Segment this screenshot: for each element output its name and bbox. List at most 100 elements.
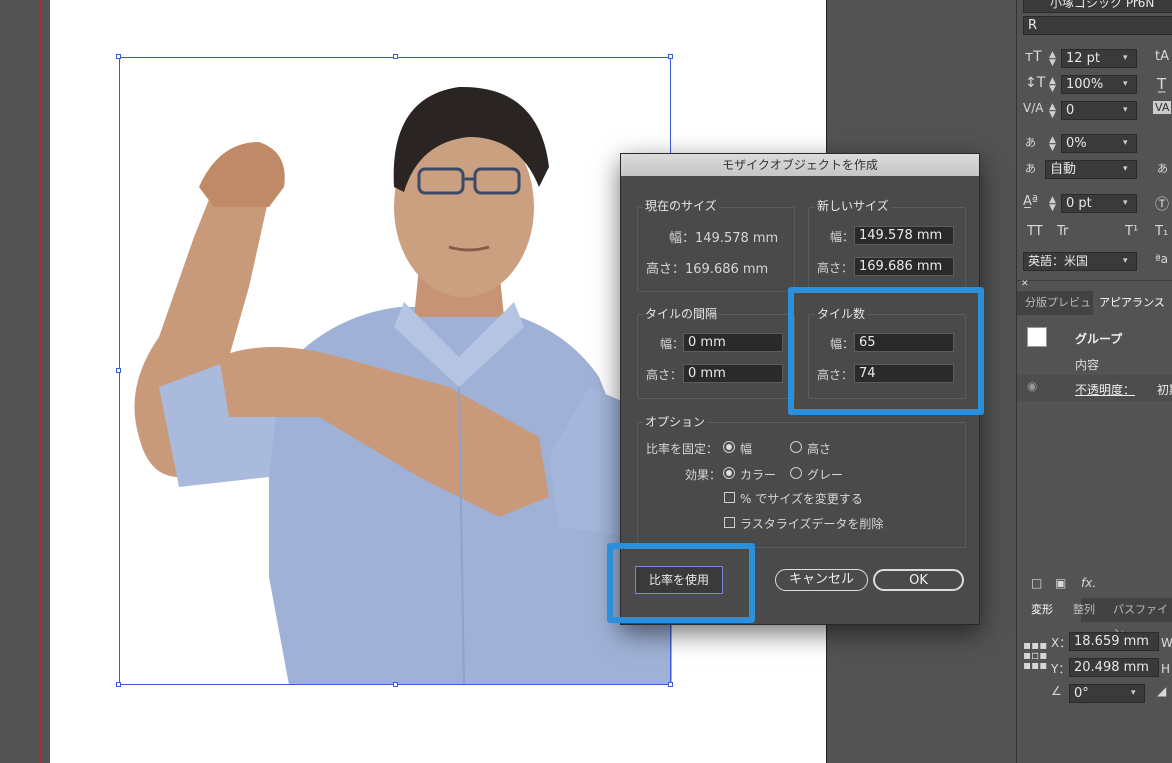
new-size-title: 新しいサイズ xyxy=(815,197,891,214)
constrain-height-radio[interactable] xyxy=(790,441,802,453)
baseline-shift-icon: A̲ª xyxy=(1023,194,1039,209)
current-size-group xyxy=(637,207,795,292)
aki-dropdown-icon[interactable]: ▾ xyxy=(1123,164,1128,174)
current-width-text: 幅：149.578 mm xyxy=(669,231,779,246)
handle-bottom-center[interactable] xyxy=(393,682,398,687)
aki-after-icon: あ xyxy=(1157,162,1168,175)
handle-top-right[interactable] xyxy=(668,54,673,59)
w-label: W： xyxy=(1161,636,1172,650)
percent-resize-checkbox[interactable] xyxy=(724,492,735,503)
effect-label: 効果： xyxy=(685,468,722,482)
font-family-field[interactable]: 小塚ゴシック Pr6N xyxy=(1023,0,1172,13)
tile-count-highlight xyxy=(788,287,984,415)
group-label: グループ xyxy=(1075,332,1123,346)
constrain-height-text: 高さ xyxy=(807,442,832,456)
close-panel-icon[interactable]: ✕ xyxy=(1021,279,1029,289)
contents-label[interactable]: 内容 xyxy=(1075,356,1099,373)
add-stroke-icon[interactable]: □ xyxy=(1031,576,1042,590)
new-width-field[interactable]: 149.578 mm xyxy=(854,226,954,245)
constrain-label: 比率を固定： xyxy=(646,442,719,456)
group-thumbnail xyxy=(1027,327,1047,347)
y-field[interactable]: 20.498 mm xyxy=(1069,658,1159,677)
angle-dropdown-icon[interactable]: ▾ xyxy=(1131,688,1136,698)
tab-align[interactable]: 整列 xyxy=(1073,598,1095,622)
baseline-shift-stepper[interactable]: ▲ ▼ xyxy=(1049,196,1056,213)
handle-top-left[interactable] xyxy=(116,54,121,59)
delete-raster-text: ラスタライズデータを削除 xyxy=(740,517,884,531)
aki-icon: あ xyxy=(1025,162,1036,175)
handle-top-center[interactable] xyxy=(393,54,398,59)
constrain-width-text: 幅 xyxy=(740,442,753,456)
kerning-stepper[interactable]: ▲ ▼ xyxy=(1049,103,1056,120)
baseline-shift-dropdown-icon[interactable]: ▾ xyxy=(1123,198,1128,208)
right-panel: ⚲ 小塚ゴシック Pr6N R ᴛT ▲▼ 12 pt ▾ tA ↕T ▲▼ 1… xyxy=(1016,0,1172,763)
new-width-label: 幅： xyxy=(830,230,855,244)
subscript-icon[interactable]: T₁ xyxy=(1155,224,1168,239)
tracking-icon: VA xyxy=(1153,101,1172,114)
opacity-value: 初期 xyxy=(1157,383,1172,397)
handle-middle-left[interactable] xyxy=(116,368,121,373)
y-label: Y： xyxy=(1051,662,1071,676)
horizontal-scale-icon: T̲ xyxy=(1157,75,1167,93)
tsume-dropdown-icon[interactable]: ▾ xyxy=(1123,138,1128,148)
all-caps-icon[interactable]: TT xyxy=(1027,224,1043,239)
new-size-group xyxy=(808,207,966,292)
h-label: H： xyxy=(1161,662,1172,676)
create-mosaic-dialog: モザイクオブジェクトを作成 現在のサイズ 幅：149.578 mm 高さ：169… xyxy=(607,153,984,625)
font-style-field[interactable]: R xyxy=(1023,16,1172,35)
vertical-scale-icon: ↕T xyxy=(1025,75,1046,91)
ok-button[interactable]: OK xyxy=(873,569,964,591)
opacity-label[interactable]: 不透明度： xyxy=(1075,381,1135,398)
kerning-icon: V/A xyxy=(1023,101,1044,115)
tab-transform[interactable]: 変形 xyxy=(1017,598,1081,622)
spacing-height-field[interactable]: 0 mm xyxy=(683,364,783,383)
language-field[interactable]: 英語：米国 xyxy=(1023,252,1137,271)
tsume-icon: あ xyxy=(1025,136,1036,149)
small-caps-icon[interactable]: Tr xyxy=(1057,224,1068,239)
superscript-icon[interactable]: T¹ xyxy=(1125,224,1138,239)
visibility-eye-icon[interactable]: ◉ xyxy=(1027,379,1037,393)
constrain-width-radio[interactable] xyxy=(723,441,735,453)
current-height-text: 高さ：169.686 mm xyxy=(646,262,769,277)
add-fill-icon[interactable]: ▣ xyxy=(1055,576,1066,590)
tab-separations-preview[interactable]: 分版プレビュ xyxy=(1025,291,1091,315)
shear-icon: ◢ xyxy=(1157,684,1167,698)
tsume-stepper[interactable]: ▲ ▼ xyxy=(1049,136,1056,153)
font-size-stepper[interactable]: ▲ ▼ xyxy=(1049,51,1056,68)
leading-icon: tA xyxy=(1155,49,1169,64)
tile-spacing-group xyxy=(637,314,795,399)
handle-bottom-right[interactable] xyxy=(668,682,673,687)
dialog-title: モザイクオブジェクトを作成 xyxy=(621,154,979,176)
appearance-tabbar: 分版プレビュ アピアランス xyxy=(1017,291,1172,315)
percent-resize-text: % でサイズを変更する xyxy=(740,492,863,506)
effect-color-radio[interactable] xyxy=(723,467,735,479)
handle-bottom-left[interactable] xyxy=(116,682,121,687)
x-field[interactable]: 18.659 mm xyxy=(1069,632,1159,651)
vertical-scale-stepper[interactable]: ▲ ▼ xyxy=(1049,77,1056,94)
add-effect-icon[interactable]: fx. xyxy=(1081,576,1096,590)
effect-color-text: カラー xyxy=(740,468,777,482)
tab-appearance[interactable]: アピアランス xyxy=(1093,291,1172,315)
vertical-scale-dropdown-icon[interactable]: ▾ xyxy=(1123,79,1128,89)
angle-icon: ∠ xyxy=(1051,684,1062,698)
bleed-guide-left xyxy=(40,0,41,763)
kerning-dropdown-icon[interactable]: ▾ xyxy=(1123,105,1128,115)
spacing-width-field[interactable]: 0 mm xyxy=(683,333,783,352)
new-height-label: 高さ： xyxy=(817,261,854,275)
new-height-field[interactable]: 169.686 mm xyxy=(854,257,954,276)
anti-alias-icon: ªa xyxy=(1155,252,1169,266)
cancel-button[interactable]: キャンセル xyxy=(775,569,868,591)
font-size-dropdown-icon[interactable]: ▾ xyxy=(1123,53,1128,63)
current-size-title: 現在のサイズ xyxy=(643,197,719,214)
language-dropdown-icon[interactable]: ▾ xyxy=(1123,256,1128,266)
tile-spacing-title: タイルの間隔 xyxy=(643,305,720,322)
reference-point-icon[interactable]: ▪▪▪ ▪▫▪ ▪▪▪ xyxy=(1023,639,1047,671)
effect-gray-radio[interactable] xyxy=(790,467,802,479)
tab-pathfinder[interactable]: パスファイン xyxy=(1113,598,1172,640)
spacing-height-label: 高さ： xyxy=(646,368,683,382)
selection-bounding-box[interactable] xyxy=(119,57,671,685)
font-size-icon: ᴛT xyxy=(1025,49,1042,65)
rotate-char-icon: Ⓣ xyxy=(1155,197,1169,213)
delete-raster-checkbox[interactable] xyxy=(724,517,735,528)
use-ratio-highlight xyxy=(607,543,755,623)
